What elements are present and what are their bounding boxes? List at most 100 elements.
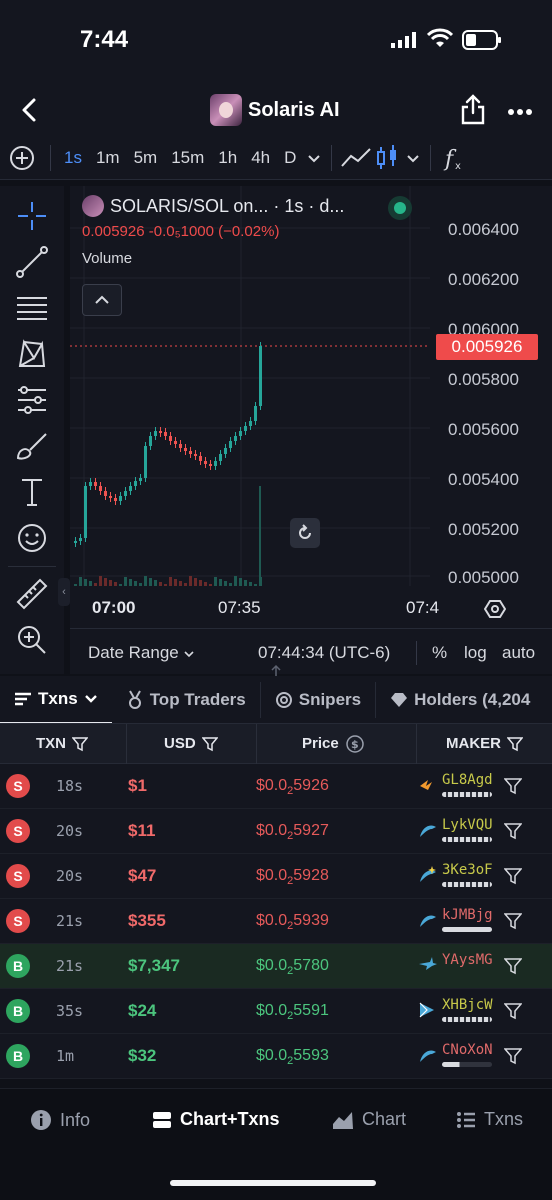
table-row[interactable]: S 20s $47 $0.025928 3Ke3oF — [0, 854, 552, 899]
buy-badge: B — [6, 1044, 30, 1068]
usd-column-header[interactable]: USD — [164, 724, 218, 764]
live-status-indicator — [388, 196, 412, 220]
interval-1s[interactable]: 1s — [57, 136, 89, 180]
interval-1h[interactable]: 1h — [211, 136, 244, 180]
crosshair-icon[interactable] — [14, 198, 50, 234]
table-row[interactable]: S 20s $11 $0.025927 LykVQU — [0, 809, 552, 854]
tab-snipers-label: Snipers — [298, 689, 362, 709]
filter-icon[interactable] — [504, 867, 522, 885]
filter-icon[interactable] — [504, 822, 522, 840]
interval-chevron-down-icon[interactable] — [303, 136, 325, 180]
filter-icon[interactable] — [507, 736, 523, 752]
table-row[interactable]: S 21s $355 $0.025939 kJMBjg — [0, 899, 552, 944]
zoom-in-icon[interactable] — [14, 622, 50, 658]
chart-footer: Date Range 07:44:34 (UTC-6) % log auto — [70, 628, 552, 674]
sell-badge: S — [6, 909, 30, 933]
fib-retracement-icon[interactable] — [14, 290, 50, 326]
line-chart-type-icon[interactable] — [338, 136, 374, 180]
price-prefix: $0.0 — [256, 822, 288, 839]
maker-address[interactable]: 3Ke3oF — [442, 862, 493, 878]
filter-icon[interactable] — [504, 912, 522, 930]
log-scale-toggle[interactable]: log — [464, 643, 487, 663]
tab-snipers[interactable]: Snipers — [261, 676, 375, 723]
table-row[interactable]: B 35s $24 $0.025591 XHBjcW — [0, 989, 552, 1034]
interval-1m[interactable]: 1m — [89, 136, 127, 180]
more-options-icon[interactable] — [506, 92, 536, 126]
price-digits: 5591 — [293, 1002, 329, 1019]
txn-price: $0.025926 — [256, 777, 329, 797]
currency-toggle-icon[interactable]: $ — [345, 734, 365, 754]
nav-chart-txns[interactable]: Chart+Txns — [152, 1109, 280, 1130]
maker-address[interactable]: GL8Agd — [442, 772, 493, 788]
tab-holders[interactable]: Holders (4,204 — [376, 676, 544, 723]
candle-body — [129, 486, 132, 491]
interval-15m[interactable]: 15m — [164, 136, 211, 180]
price-digits: 5593 — [293, 1047, 329, 1064]
interval-4h[interactable]: 4h — [244, 136, 277, 180]
reset-chart-button[interactable] — [290, 518, 320, 548]
nav-info[interactable]: Info — [30, 1109, 90, 1131]
maker-address[interactable]: kJMBjg — [442, 907, 493, 923]
table-row[interactable]: S 18s $1 $0.025926 GL8Agd — [0, 764, 552, 809]
interval-d[interactable]: D — [277, 136, 303, 180]
maker-address[interactable]: YAysMG — [442, 952, 493, 968]
nav-txns[interactable]: Txns — [456, 1109, 523, 1130]
axis-settings-icon[interactable] — [484, 598, 506, 620]
tab-top-traders[interactable]: Top Traders — [112, 676, 260, 723]
nav-chart-label: Chart — [362, 1109, 407, 1129]
chart-type-chevron-down-icon[interactable] — [402, 136, 424, 180]
tab-txns[interactable]: Txns — [0, 676, 112, 723]
sell-badge: S — [6, 864, 30, 888]
ruler-icon[interactable] — [14, 576, 50, 612]
candle-body — [134, 481, 137, 486]
brush-icon[interactable] — [14, 428, 50, 464]
collapse-legend-button[interactable] — [82, 284, 122, 316]
split-view-icon — [153, 1111, 171, 1128]
txn-column-header[interactable]: TXN — [36, 724, 88, 764]
table-row[interactable]: B 1m $32 $0.025593 CNoXoN — [0, 1034, 552, 1079]
trend-line-icon[interactable] — [14, 244, 50, 280]
price-column-header[interactable]: Price $ — [302, 724, 365, 764]
pattern-tool-icon[interactable] — [14, 336, 50, 372]
price-axis[interactable]: 0.006400 0.006200 0.006000 0.005800 0.00… — [430, 186, 552, 587]
time-axis[interactable]: 07:00 07:35 07:4 — [70, 592, 552, 624]
nav-chart[interactable]: Chart — [332, 1109, 406, 1130]
candle-body — [154, 431, 157, 436]
interval-5m[interactable]: 5m — [127, 136, 165, 180]
date-range-selector[interactable]: Date Range — [88, 643, 195, 663]
add-indicator-icon[interactable] — [0, 136, 44, 180]
filter-icon[interactable] — [504, 1002, 522, 1020]
prediction-tool-icon[interactable] — [14, 382, 50, 418]
nav-chart-txns-label: Chart+Txns — [180, 1109, 280, 1129]
price-digits: 5926 — [293, 777, 329, 794]
maker-address[interactable]: XHBjcW — [442, 997, 493, 1013]
candle-body — [184, 448, 187, 451]
table-row[interactable]: B 21s $7,347 $0.025780 YAysMG — [0, 944, 552, 989]
txn-usd: $11 — [128, 821, 156, 840]
filter-icon[interactable] — [504, 957, 522, 975]
volume-bar — [114, 582, 117, 586]
text-tool-icon[interactable] — [14, 474, 50, 510]
back-arrow-icon[interactable] — [12, 92, 48, 128]
maker-column-header[interactable]: MAKER — [446, 724, 523, 764]
tab-txns-label: Txns — [38, 688, 78, 708]
candlestick-chart-type-icon[interactable] — [374, 136, 402, 180]
maker-address[interactable]: LykVQU — [442, 817, 493, 833]
percent-scale-toggle[interactable]: % — [432, 643, 447, 663]
volume-bar — [99, 576, 102, 586]
filter-icon[interactable] — [201, 736, 218, 752]
indicators-fx-icon[interactable]: fx — [437, 136, 471, 180]
filter-icon[interactable] — [72, 736, 88, 752]
y-tick: 0.005000 — [448, 568, 519, 587]
maker-address[interactable]: CNoXoN — [442, 1042, 493, 1058]
filter-icon[interactable] — [504, 1047, 522, 1065]
txns-table-header: TXN USD Price $ MAKER — [0, 724, 552, 764]
filter-icon[interactable] — [504, 777, 522, 795]
tools-collapse-toggle[interactable]: ‹ — [58, 578, 70, 606]
token-title[interactable]: Solaris AI — [210, 92, 340, 128]
auto-scale-toggle[interactable]: auto — [502, 643, 535, 663]
share-icon[interactable] — [458, 92, 488, 126]
emoji-icon[interactable] — [14, 520, 50, 556]
tab-top-traders-label: Top Traders — [149, 689, 246, 709]
dolphin-icon — [420, 825, 436, 837]
